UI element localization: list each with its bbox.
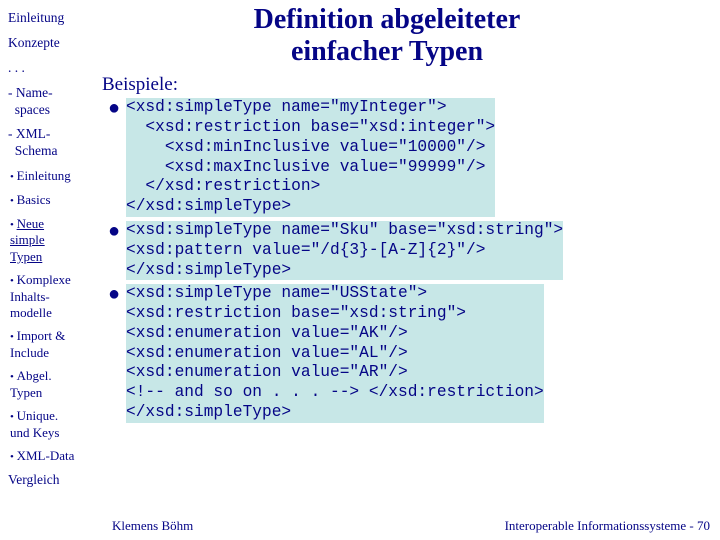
bullet-dot-icon: • xyxy=(10,171,17,183)
slide-title: Definition abgeleiteter einfacher Typen xyxy=(102,4,672,68)
bullet-dot-icon: • xyxy=(10,219,17,231)
sidebar-nav: Einleitung Konzepte . . . - Name- spaces - X… xyxy=(0,0,102,540)
title-line-2: einfacher Typen xyxy=(291,36,483,67)
sidebar-item-label: Abgel. Typen xyxy=(10,368,52,400)
sidebar-item-2[interactable]: . . . xyxy=(8,60,96,77)
sidebar-item-1[interactable]: Konzepte xyxy=(8,35,96,52)
sidebar-item-0[interactable]: Einleitung xyxy=(8,10,96,27)
sidebar-item-11[interactable]: • Unique. und Keys xyxy=(8,408,96,441)
bullet-dot-icon: • xyxy=(10,275,17,287)
code-block-2: <xsd:simpleType name="Sku" base="xsd:str… xyxy=(126,221,563,280)
sidebar-item-3[interactable]: - Name- spaces xyxy=(8,85,96,119)
example-list: ● <xsd:simpleType name="myInteger"> <xsd… xyxy=(102,98,712,422)
bullet-icon: ● xyxy=(108,221,126,241)
bullet-dot-icon: • xyxy=(10,331,17,343)
sidebar-item-9[interactable]: • Import & Include xyxy=(8,328,96,361)
sidebar-item-7[interactable]: • Neue simple Typen xyxy=(8,216,96,265)
footer-page-number: Interoperable Informationssysteme - 70 xyxy=(505,518,710,534)
bullet-icon: ● xyxy=(108,98,126,118)
bullet-dot-icon: • xyxy=(10,411,17,423)
code-text: <xsd:simpleType name="myInteger"> <xsd:r… xyxy=(126,98,495,217)
code-block-1: <xsd:simpleType name="myInteger"> <xsd:r… xyxy=(126,98,495,217)
sidebar-item-6[interactable]: • Basics xyxy=(8,192,96,209)
bullet-icon: ● xyxy=(108,284,126,304)
examples-heading: Beispiele: xyxy=(102,74,712,96)
sidebar-item-5[interactable]: • Einleitung xyxy=(8,168,96,185)
footer-author: Klemens Böhm xyxy=(112,518,193,534)
title-line-1: Definition abgeleiteter xyxy=(254,4,521,35)
sidebar-item-12[interactable]: • XML-Data xyxy=(8,448,96,465)
sidebar-item-label: Einleitung xyxy=(17,168,71,183)
bullet-dot-icon: • xyxy=(10,371,17,383)
example-item-3: ● <xsd:simpleType name="USState"> <xsd:r… xyxy=(108,284,712,422)
sidebar-item-label: Import & Include xyxy=(10,328,65,360)
sidebar-item-10[interactable]: • Abgel. Typen xyxy=(8,368,96,401)
sidebar-item-8[interactable]: • Komplexe Inhalts- modelle xyxy=(8,272,96,321)
sidebar-item-4[interactable]: - XML- Schema xyxy=(8,126,96,160)
main-content: Definition abgeleiteter einfacher Typen … xyxy=(102,0,720,540)
sidebar-item-label: Komplexe Inhalts- modelle xyxy=(10,272,71,320)
slide: Einleitung Konzepte . . . - Name- spaces - X… xyxy=(0,0,720,540)
example-item-1: ● <xsd:simpleType name="myInteger"> <xsd… xyxy=(108,98,712,217)
bullet-dot-icon: • xyxy=(10,195,17,207)
code-text: <xsd:simpleType name="Sku" base="xsd:str… xyxy=(126,221,563,280)
code-text: <xsd:simpleType name="USState"> <xsd:res… xyxy=(126,284,544,422)
code-block-3: <xsd:simpleType name="USState"> <xsd:res… xyxy=(126,284,544,422)
sidebar-item-label: Unique. und Keys xyxy=(10,408,59,440)
example-item-2: ● <xsd:simpleType name="Sku" base="xsd:s… xyxy=(108,221,712,280)
sidebar-item-label: Basics xyxy=(17,192,51,207)
sidebar-item-13[interactable]: Vergleich xyxy=(8,472,96,489)
sidebar-item-label: XML-Data xyxy=(17,448,75,463)
bullet-dot-icon: • xyxy=(10,451,17,463)
